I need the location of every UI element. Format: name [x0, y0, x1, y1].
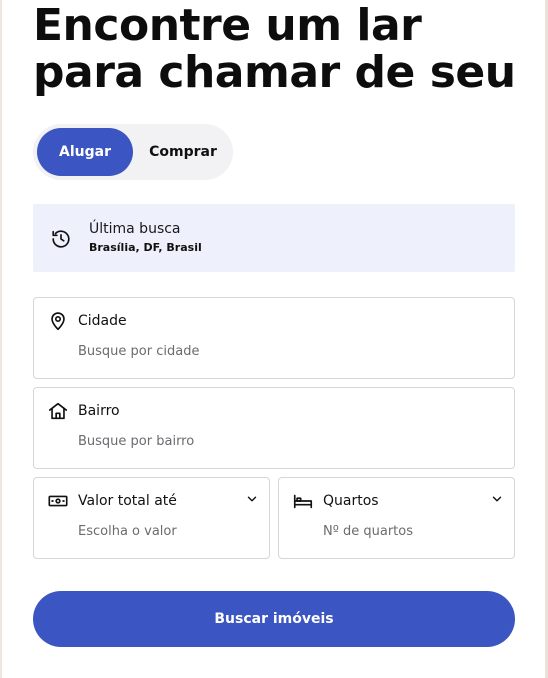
bed-icon [293, 494, 313, 509]
buy-toggle-option[interactable]: Comprar [137, 128, 229, 176]
city-field-label: Cidade [78, 313, 127, 329]
recent-search-value: Brasília, DF, Brasil [89, 241, 202, 254]
recent-search-label: Última busca [89, 221, 181, 237]
bedrooms-dropdown-placeholder: Nº de quartos [323, 524, 413, 539]
bedrooms-dropdown-label: Quartos [323, 493, 379, 509]
chevron-down-icon [247, 496, 257, 502]
page-title: Encontre um lar para chamar de seu [33, 0, 516, 98]
map-pin-icon [51, 312, 65, 331]
price-dropdown-placeholder: Escolha o valor [78, 524, 177, 539]
banknote-icon [48, 495, 68, 507]
chevron-down-icon [492, 496, 502, 502]
recent-search-card[interactable]: Última busca Brasília, DF, Brasil [33, 204, 515, 272]
neighborhood-field[interactable]: Bairro Busque por bairro [33, 387, 515, 469]
history-icon [52, 230, 70, 248]
neighborhood-field-placeholder: Busque por bairro [78, 434, 195, 449]
city-field-placeholder: Busque por cidade [78, 344, 200, 359]
rent-toggle-option[interactable]: Alugar [37, 128, 133, 176]
bedrooms-dropdown[interactable]: Quartos Nº de quartos [278, 477, 515, 559]
price-dropdown[interactable]: Valor total até Escolha o valor [33, 477, 270, 559]
price-dropdown-label: Valor total até [78, 493, 177, 509]
house-icon [48, 402, 68, 420]
neighborhood-field-label: Bairro [78, 403, 120, 419]
left-edge [0, 0, 2, 678]
mode-toggle: Alugar Comprar [33, 124, 233, 180]
city-field[interactable]: Cidade Busque por cidade [33, 297, 515, 379]
search-properties-button[interactable]: Buscar imóveis [33, 591, 515, 647]
